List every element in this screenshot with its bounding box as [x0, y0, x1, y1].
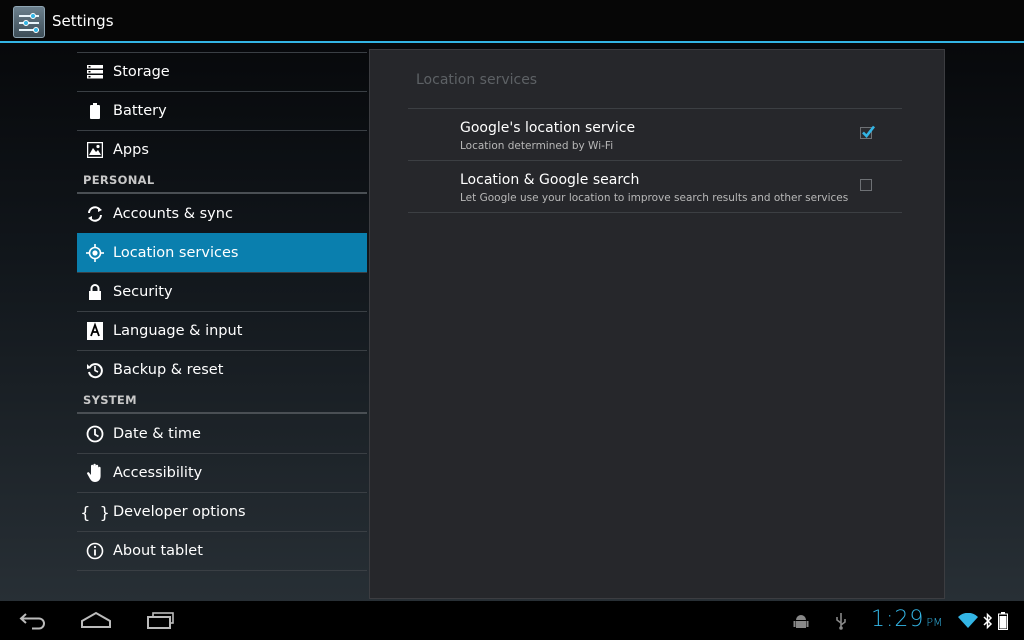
list-item-label: Developer options [113, 504, 246, 520]
list-item-label: Accounts & sync [113, 205, 233, 222]
wifi-icon [958, 612, 978, 633]
recent-apps-button[interactable] [145, 609, 177, 635]
list-item-label: Backup & reset [113, 362, 224, 378]
pref-title: Google's location service [460, 120, 636, 136]
checkbox-location-google-search[interactable] [860, 179, 872, 191]
list-item-apps[interactable]: Apps [77, 130, 367, 169]
list-item-backup-reset[interactable]: Backup & reset [77, 350, 367, 389]
panel-title: Location services [416, 72, 538, 88]
section-header-personal: PERSONAL [77, 169, 367, 194]
list-item-location-services[interactable]: Location services [77, 233, 367, 272]
list-item-accounts-sync[interactable]: Accounts & sync [77, 194, 367, 233]
sync-icon [77, 205, 113, 223]
pref-location-google-search[interactable]: Location & Google search Let Google use … [408, 160, 902, 212]
language-icon [77, 322, 113, 340]
list-item-developer-options[interactable]: { } Developer options [77, 492, 367, 531]
list-item-about-tablet[interactable]: About tablet [77, 531, 367, 570]
list-divider [77, 570, 367, 571]
checkbox-google-location-service[interactable] [860, 125, 876, 139]
list-item-label: Language & input [113, 323, 243, 339]
backup-icon [77, 361, 113, 379]
list-item-security[interactable]: Security [77, 272, 367, 311]
list-item-label: Battery [113, 103, 167, 119]
list-item-label: Security [113, 284, 173, 300]
list-item-label: Storage [113, 64, 170, 80]
list-item-label: Location services [113, 245, 239, 261]
apps-icon [77, 142, 113, 158]
recent-apps-icon [147, 612, 174, 629]
storage-icon [77, 65, 113, 79]
list-item-label: About tablet [113, 543, 203, 559]
pref-divider [408, 212, 902, 213]
section-header-system: SYSTEM [77, 389, 367, 414]
back-button[interactable] [18, 609, 48, 635]
clock-time: 1:29 [871, 607, 925, 632]
bluetooth-icon [983, 612, 993, 634]
list-item-battery[interactable]: Battery [77, 91, 367, 130]
usb-icon [834, 612, 848, 634]
list-item-storage[interactable]: Storage [77, 52, 367, 91]
settings-app-icon[interactable] [13, 6, 45, 38]
location-icon [77, 244, 113, 262]
checkmark-icon [862, 125, 876, 138]
status-clock[interactable]: 1:29 PM [871, 607, 943, 632]
location-services-panel: Location services Google's location serv… [369, 49, 945, 599]
list-item-date-time[interactable]: Date & time [77, 414, 367, 453]
battery-icon [77, 103, 113, 119]
list-item-language-input[interactable]: Language & input [77, 311, 367, 350]
action-bar: Settings [0, 0, 1024, 43]
home-icon [81, 611, 111, 628]
battery-status-icon [998, 612, 1008, 634]
back-icon [19, 613, 45, 630]
clock-icon [77, 425, 113, 443]
clock-ampm: PM [926, 616, 943, 629]
list-item-accessibility[interactable]: Accessibility [77, 453, 367, 492]
list-item-label: Accessibility [113, 465, 203, 481]
home-button[interactable] [80, 609, 112, 635]
pref-google-location-service[interactable]: Google's location service Location deter… [408, 108, 902, 160]
list-item-label: Date & time [113, 425, 201, 442]
lock-icon [77, 284, 113, 300]
app-title: Settings [52, 12, 114, 30]
settings-category-list: Storage Battery Apps PERSONAL Accounts &… [77, 52, 367, 577]
pref-title: Location & Google search [460, 172, 640, 188]
info-icon [77, 542, 113, 560]
system-bar: 1:29 PM [0, 601, 1024, 640]
braces-icon: { } [80, 502, 110, 522]
pref-summary: Let Google use your location to improve … [460, 192, 849, 204]
android-debug-icon [792, 612, 810, 634]
pref-summary: Location determined by Wi-Fi [460, 140, 614, 152]
hand-icon [77, 463, 113, 483]
list-item-label: Apps [113, 142, 149, 158]
